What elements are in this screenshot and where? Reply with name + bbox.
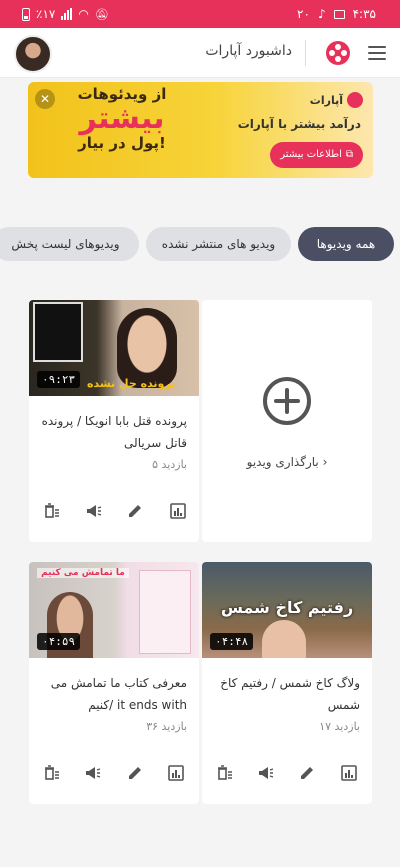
video-actions: [29, 764, 199, 784]
aparat-logo-icon[interactable]: [326, 41, 350, 65]
external-link-icon: ⧉: [345, 149, 353, 160]
delete-icon[interactable]: [43, 502, 61, 520]
video-title[interactable]: معرفی کتاب ما تمامش می کنیم/ it ends wit…: [37, 672, 187, 716]
video-actions: [29, 502, 199, 522]
edit-icon[interactable]: [126, 502, 144, 520]
avatar[interactable]: [14, 35, 52, 73]
video-thumbnail[interactable]: رفتیم کاخ شمس ۰۴:۴۸: [202, 562, 372, 658]
stats-icon[interactable]: [340, 764, 358, 782]
more-info-label: اطلاعات بیشتر: [280, 149, 342, 160]
chip-all-videos[interactable]: همه ویدیوها: [298, 227, 394, 261]
chip-unpublished-videos[interactable]: ویدیو های منتشر نشده: [146, 227, 291, 261]
battery-icon: [22, 7, 30, 21]
page-title: داشبورد آپارات: [205, 43, 292, 59]
header-divider: [305, 40, 306, 66]
status-left: ٪۱۷ ◠ 🔕︎: [22, 7, 109, 21]
video-duration: ۰۴:۵۹: [37, 633, 81, 650]
video-duration: ۰۹:۲۳: [37, 371, 81, 388]
promo-banner[interactable]: ✕ از ویدئوهات بیشتر پول در بیار! آپارات …: [28, 82, 373, 178]
status-bar: ٪۱۷ ◠ 🔕︎ ۲۰ ♪ ۴:۳۵: [0, 0, 400, 28]
thumbnail-caption: پرونده حل نشده: [87, 377, 176, 390]
banner-headline-big: بیشتر: [79, 101, 165, 137]
video-title[interactable]: پرونده قتل بابا انویکا / پرونده قاتل سری…: [37, 410, 187, 454]
wifi-icon: ◠: [78, 7, 89, 21]
filter-chips: همه ویدیوها ویدیو های منتشر نشده ویدیوها…: [0, 227, 400, 263]
promote-icon[interactable]: [85, 502, 103, 520]
view-count: ۵ بازدید: [152, 458, 187, 471]
thumbnail-caption: ما تمامش می کنیم: [37, 568, 129, 578]
upload-video-card[interactable]: بارگذاری ویدیو ›: [202, 300, 372, 542]
thumbnail-caption: رفتیم کاخ شمس: [220, 598, 354, 617]
video-card[interactable]: ما تمامش می کنیم ۰۴:۵۹ معرفی کتاب ما تما…: [29, 562, 199, 804]
edit-icon[interactable]: [298, 764, 316, 782]
video-duration: ۰۴:۴۸: [210, 633, 254, 650]
promote-icon[interactable]: [84, 764, 102, 782]
edit-icon[interactable]: [126, 764, 144, 782]
delete-icon[interactable]: [216, 764, 234, 782]
view-count: ۱۷ بازدید: [319, 720, 360, 733]
video-thumbnail[interactable]: پرونده حل نشده ۰۹:۲۳: [29, 300, 199, 396]
video-card[interactable]: پرونده حل نشده ۰۹:۲۳ پرونده قتل بابا انو…: [29, 300, 199, 542]
delete-icon[interactable]: [43, 764, 61, 782]
stats-icon[interactable]: [169, 502, 187, 520]
app-header: داشبورد آپارات: [0, 28, 400, 78]
promote-icon[interactable]: [257, 764, 275, 782]
stats-icon[interactable]: [167, 764, 185, 782]
image-icon: [333, 9, 345, 19]
hamburger-menu-icon[interactable]: [368, 46, 386, 60]
signal-icon: [61, 8, 73, 20]
banner-headline: از ویدئوهات بیشتر پول در بیار!: [42, 85, 202, 153]
view-count: ۳۶ بازدید: [146, 720, 187, 733]
battery-percent: ٪۱۷: [36, 7, 56, 21]
video-card[interactable]: رفتیم کاخ شمس ۰۴:۴۸ ولاگ کاخ شمس / رفتیم…: [202, 562, 372, 804]
video-actions: [202, 764, 372, 784]
status-right: ۲۰ ♪ ۴:۳۵: [297, 7, 376, 21]
clock-time: ۴:۳۵: [352, 7, 376, 21]
banner-brand-label: آپارات: [309, 93, 343, 107]
music-icon: ♪: [317, 7, 326, 21]
mute-icon: 🔕︎: [94, 7, 109, 21]
notification-count: ۲۰: [297, 7, 310, 21]
video-title[interactable]: ولاگ کاخ شمس / رفتیم کاخ شمس: [210, 672, 360, 716]
video-thumbnail[interactable]: ما تمامش می کنیم ۰۴:۵۹: [29, 562, 199, 658]
more-info-button[interactable]: اطلاعات بیشتر ⧉: [270, 142, 363, 168]
aparat-logo-icon: [347, 92, 363, 108]
banner-subtitle: درآمد بیشتر با آپارات: [237, 117, 361, 131]
banner-brand: آپارات: [310, 92, 363, 108]
add-circle-icon[interactable]: [263, 377, 311, 425]
banner-headline-bottom: پول در بیار!: [78, 134, 166, 153]
upload-video-label[interactable]: بارگذاری ویدیو ›: [202, 455, 372, 469]
chip-playlist-videos[interactable]: ویدیوهای لیست پخش: [0, 227, 139, 261]
